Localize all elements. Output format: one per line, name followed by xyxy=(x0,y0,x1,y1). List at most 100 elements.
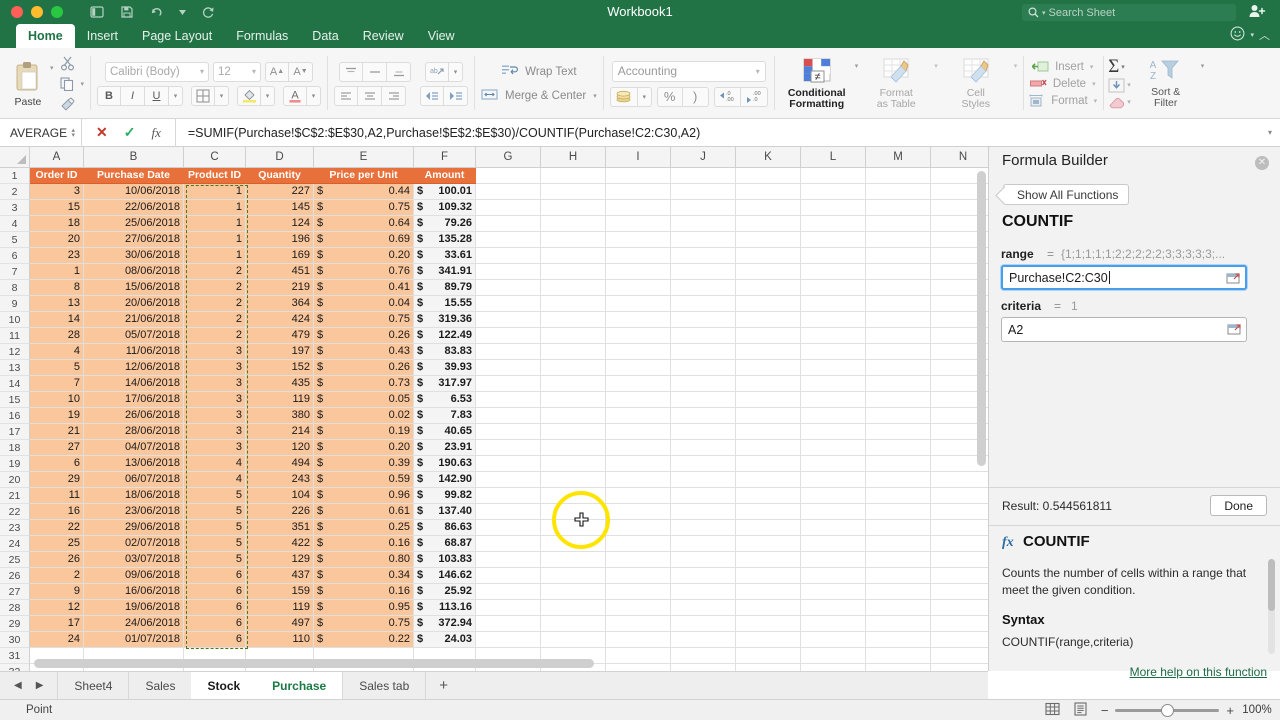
cell-product-id[interactable]: 3 xyxy=(184,424,246,440)
grid-cell-empty[interactable] xyxy=(736,584,801,600)
grid-cell-empty[interactable] xyxy=(866,472,931,488)
cell-price-per-unit[interactable]: $0.61 xyxy=(314,504,414,520)
cell-quantity[interactable]: 119 xyxy=(246,392,314,408)
grid-cell-empty[interactable] xyxy=(736,536,801,552)
table-row[interactable]: 20 27/06/2018 1 196 $0.69 $135.28 xyxy=(30,232,988,248)
grid-cell-empty[interactable] xyxy=(736,200,801,216)
cell-order-id[interactable]: 14 xyxy=(30,312,84,328)
row-header-3[interactable]: 3 xyxy=(0,200,30,216)
grid-cell-empty[interactable] xyxy=(931,632,988,648)
row-header-28[interactable]: 28 xyxy=(0,600,30,616)
grid-cell-empty[interactable] xyxy=(801,504,866,520)
italic-button[interactable]: I xyxy=(121,85,145,106)
grid-cell-empty[interactable] xyxy=(671,312,736,328)
cell-quantity[interactable]: 119 xyxy=(246,600,314,616)
merge-center-dropdown-icon[interactable]: ▾ xyxy=(593,92,597,100)
cell-product-id[interactable]: 2 xyxy=(184,264,246,280)
name-box-spinner-icon[interactable]: ▴ ▾ xyxy=(71,127,75,139)
grid-cell-empty[interactable] xyxy=(801,344,866,360)
table-row[interactable]: 23 30/06/2018 1 169 $0.20 $33.61 xyxy=(30,248,988,264)
grid-cell-empty[interactable] xyxy=(866,296,931,312)
grid-cell-empty[interactable] xyxy=(606,600,671,616)
cell-quantity[interactable]: 497 xyxy=(246,616,314,632)
table-row[interactable]: 26 03/07/2018 5 129 $0.80 $103.83 xyxy=(30,552,988,568)
table-row[interactable]: 10 17/06/2018 3 119 $0.05 $6.53 xyxy=(30,392,988,408)
cell-quantity[interactable]: 159 xyxy=(246,584,314,600)
cell-product-id[interactable]: 3 xyxy=(184,376,246,392)
grid-cell-empty[interactable] xyxy=(866,520,931,536)
cut-icon[interactable] xyxy=(57,55,77,72)
grid-cell-empty[interactable] xyxy=(866,168,931,184)
row-header-1[interactable]: 1 xyxy=(0,168,30,184)
cell-order-id[interactable]: 24 xyxy=(30,632,84,648)
grid-cell-empty[interactable] xyxy=(541,632,606,648)
done-button[interactable]: Done xyxy=(1210,495,1267,516)
align-right-button[interactable] xyxy=(382,85,406,106)
grid-cell-empty[interactable] xyxy=(801,648,866,664)
cell-purchase-date[interactable]: 13/06/2018 xyxy=(84,456,184,472)
collapse-ribbon-icon[interactable]: ︿ xyxy=(1259,27,1270,43)
cell-amount[interactable]: $24.03 xyxy=(414,632,476,648)
grid-cell-empty[interactable] xyxy=(476,408,541,424)
grid-cell-empty[interactable] xyxy=(736,392,801,408)
grid-cell-empty[interactable] xyxy=(736,568,801,584)
format-as-table-dropdown-icon[interactable]: ▾ xyxy=(934,62,938,70)
table-row[interactable]: 17 24/06/2018 6 497 $0.75 $372.94 xyxy=(30,616,988,632)
grid-cell-empty[interactable] xyxy=(541,168,606,184)
grid-cell-empty[interactable] xyxy=(606,632,671,648)
grid-cell-empty[interactable] xyxy=(931,488,988,504)
cell-amount[interactable]: $39.93 xyxy=(414,360,476,376)
grid-cell-empty[interactable] xyxy=(671,552,736,568)
sheet-tab-purchase[interactable]: Purchase xyxy=(256,671,343,700)
cell-quantity[interactable]: 424 xyxy=(246,312,314,328)
grid-cell-empty[interactable] xyxy=(866,568,931,584)
cell-quantity[interactable]: 129 xyxy=(246,552,314,568)
grid-cell-empty[interactable] xyxy=(541,456,606,472)
cell-order-id[interactable]: 26 xyxy=(30,552,84,568)
row-header-6[interactable]: 6 xyxy=(0,248,30,264)
grid-cell-empty[interactable] xyxy=(476,552,541,568)
grid-cell-empty[interactable] xyxy=(476,312,541,328)
grid-cell-empty[interactable] xyxy=(931,552,988,568)
cell-purchase-date[interactable]: 23/06/2018 xyxy=(84,504,184,520)
cell-price-per-unit[interactable]: $0.80 xyxy=(314,552,414,568)
column-header-n[interactable]: N xyxy=(931,147,988,168)
cell-product-id[interactable]: 6 xyxy=(184,616,246,632)
column-header-b[interactable]: B xyxy=(84,147,184,168)
show-all-functions-button[interactable]: Show All Functions xyxy=(1003,184,1130,205)
grid-cell-empty[interactable] xyxy=(736,456,801,472)
row-header-27[interactable]: 27 xyxy=(0,584,30,600)
search-sheet-box[interactable]: ▾ Search Sheet xyxy=(1022,4,1236,21)
help-scroll-thumb[interactable] xyxy=(1268,559,1275,611)
previous-sheet-icon[interactable]: ◀ xyxy=(14,680,22,691)
grid-cell-empty[interactable] xyxy=(736,248,801,264)
grid-cells[interactable]: Order ID Purchase Date Product ID Quantity P… xyxy=(30,168,988,671)
column-header-a[interactable]: A xyxy=(30,147,84,168)
cell-order-id[interactable]: 29 xyxy=(30,472,84,488)
grid-cell-empty[interactable] xyxy=(606,424,671,440)
grid-cell-empty[interactable] xyxy=(606,264,671,280)
grid-cell-empty[interactable] xyxy=(671,600,736,616)
column-header-h[interactable]: H xyxy=(541,147,606,168)
search-scope-chevron-icon[interactable]: ▾ xyxy=(1042,9,1046,17)
cell-amount[interactable]: $7.83 xyxy=(414,408,476,424)
conditional-formatting-button[interactable]: ≠ Conditional Formatting xyxy=(781,51,853,117)
grid-cell-empty[interactable] xyxy=(476,184,541,200)
grid-cell-empty[interactable] xyxy=(866,584,931,600)
ribbon-tab-review[interactable]: Review xyxy=(351,24,416,48)
chevron-down-icon[interactable]: ▾ xyxy=(200,67,204,76)
row-header-5[interactable]: 5 xyxy=(0,232,30,248)
grid-cell-empty[interactable] xyxy=(671,440,736,456)
row-header-24[interactable]: 24 xyxy=(0,536,30,552)
grid-cell-empty[interactable] xyxy=(736,472,801,488)
cell-purchase-date[interactable]: 11/06/2018 xyxy=(84,344,184,360)
row-header-4[interactable]: 4 xyxy=(0,216,30,232)
row-header-15[interactable]: 15 xyxy=(0,392,30,408)
vertical-scrollbar[interactable] xyxy=(977,171,986,466)
grid-cell-empty[interactable] xyxy=(866,632,931,648)
cell-order-id[interactable]: 8 xyxy=(30,280,84,296)
horizontal-scrollbar[interactable] xyxy=(34,659,594,668)
cell-quantity[interactable]: 169 xyxy=(246,248,314,264)
grid-cell-empty[interactable] xyxy=(736,552,801,568)
cell-order-id[interactable]: 12 xyxy=(30,600,84,616)
